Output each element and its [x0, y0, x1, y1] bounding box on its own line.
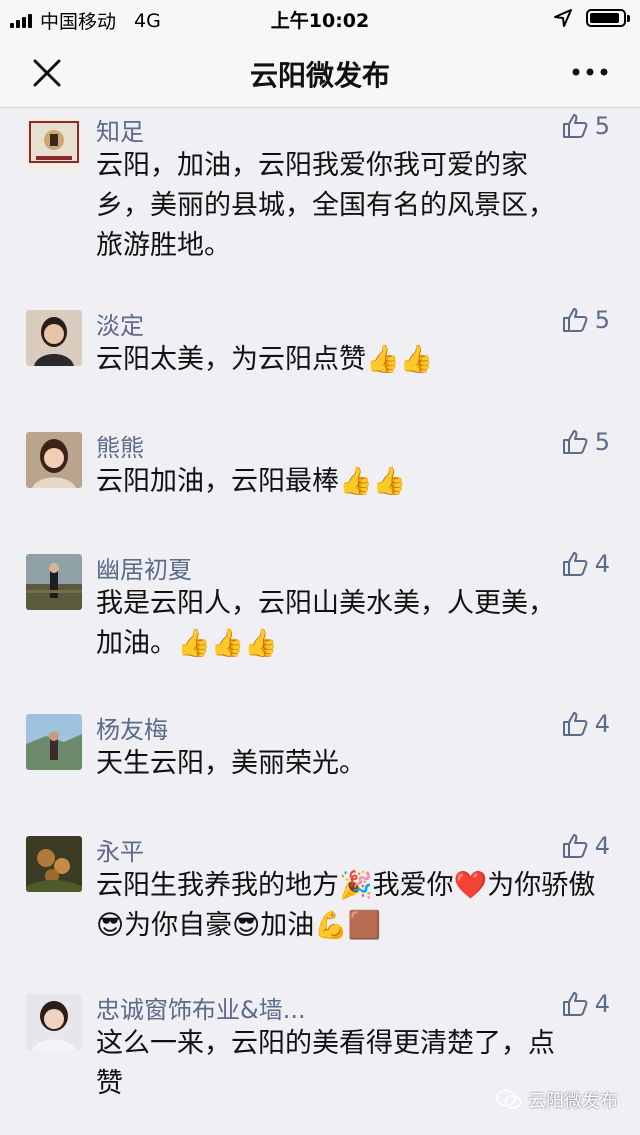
comment-item: 杨友梅 4 天生云阳，美丽荣光。: [0, 708, 640, 818]
nav-bar: 云阳微发布: [0, 36, 640, 108]
watermark: 云阳微发布: [496, 1087, 618, 1113]
commenter-name[interactable]: 幽居初夏: [96, 550, 192, 585]
comment-text: 我是云阳人，云阳山美水美，人更美，加油。👍👍👍: [96, 588, 555, 659]
wechat-icon: [496, 1089, 522, 1109]
commenter-name[interactable]: 杨友梅: [96, 710, 168, 745]
like-button[interactable]: 5: [561, 428, 610, 456]
avatar[interactable]: [26, 554, 82, 610]
avatar[interactable]: [26, 836, 82, 892]
avatar[interactable]: [26, 714, 82, 770]
commenter-name[interactable]: 熊熊: [96, 428, 144, 463]
thumbs-up-icon: [562, 308, 588, 332]
avatar[interactable]: [26, 994, 82, 1050]
status-right: [554, 9, 630, 27]
thumbs-up-icon: [562, 712, 588, 736]
comment-item: 永平 4 云阳生我养我的地方🎉我爱你❤️为你骄傲😎为你自豪😎加油💪🟫: [0, 830, 640, 980]
comment-text: 云阳，加油，云阳我爱你我可爱的家乡，美丽的县城，全国有名的风景区，旅游胜地。: [96, 150, 555, 261]
comment-text: 天生云阳，美丽荣光。: [96, 748, 366, 779]
commenter-name[interactable]: 永平: [96, 832, 144, 867]
like-count: 5: [594, 112, 610, 140]
page-title: 云阳微发布: [249, 59, 390, 92]
like-count: 5: [594, 306, 610, 334]
avatar[interactable]: [26, 432, 82, 488]
thumbs-up-icon: [562, 552, 588, 576]
commenter-name[interactable]: 淡定: [96, 306, 144, 341]
like-count: 4: [594, 832, 610, 860]
watermark-label: 云阳微发布: [528, 1091, 618, 1112]
clock: 上午10:02: [270, 10, 370, 32]
like-count: 4: [594, 710, 610, 738]
comment-item: 熊熊 5 云阳加油，云阳最棒👍👍: [0, 426, 640, 536]
comment-item: 幽居初夏 4 我是云阳人，云阳山美水美，人更美，加油。👍👍👍: [0, 548, 640, 688]
more-icon[interactable]: [570, 62, 610, 82]
battery-icon: [586, 9, 630, 27]
commenter-name[interactable]: 忠诚窗饰布业&墙...: [96, 990, 306, 1025]
like-button[interactable]: 4: [561, 832, 610, 860]
like-count: 4: [594, 990, 610, 1018]
commenter-name[interactable]: 知足: [96, 112, 144, 147]
thumbs-up-icon: [562, 430, 588, 454]
location-icon: [554, 9, 572, 27]
avatar[interactable]: [26, 116, 82, 172]
comment-text: 云阳加油，云阳最棒👍👍: [96, 466, 407, 497]
comment-item: 知足 5 云阳，加油，云阳我爱你我可爱的家乡，美丽的县城，全国有名的风景区，旅游…: [0, 108, 640, 288]
like-button[interactable]: 5: [561, 112, 610, 140]
like-button[interactable]: 4: [561, 990, 610, 1018]
comment-text: 云阳太美，为云阳点赞👍👍: [96, 344, 434, 375]
comment-item: 淡定 5 云阳太美，为云阳点赞👍👍: [0, 304, 640, 414]
like-count: 4: [594, 550, 610, 578]
like-button[interactable]: 4: [561, 710, 610, 738]
avatar[interactable]: [26, 310, 82, 366]
thumbs-up-icon: [562, 114, 588, 138]
status-bar: 中国移动 4G 上午10:02: [0, 0, 640, 36]
like-count: 5: [594, 428, 610, 456]
like-button[interactable]: 4: [561, 550, 610, 578]
comment-text: 云阳生我养我的地方🎉我爱你❤️为你骄傲😎为你自豪😎加油💪🟫: [96, 870, 596, 941]
like-button[interactable]: 5: [561, 306, 610, 334]
thumbs-up-icon: [562, 992, 588, 1016]
comment-list: 知足 5 云阳，加油，云阳我爱你我可爱的家乡，美丽的县城，全国有名的风景区，旅游…: [0, 108, 640, 1135]
thumbs-up-icon: [562, 834, 588, 858]
